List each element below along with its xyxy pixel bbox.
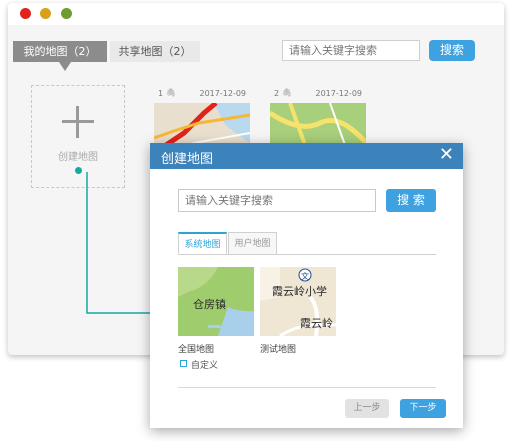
tab-user-maps[interactable]: 用户地图 [228,232,277,254]
tabs-divider [178,254,436,255]
footer-divider [178,387,436,388]
tab-system-maps[interactable]: 系统地图 [178,232,227,254]
close-icon[interactable]: ✕ [439,146,454,164]
dialog-search-input[interactable] [178,189,376,212]
template-label-national: 全国地图 [178,345,215,355]
template-map-text-1: 霞云岭小学 [272,284,327,298]
template-label-test: 测试地图 [260,345,297,355]
school-marker-icon: 文 [301,271,309,281]
custom-checkbox-label: 自定义 [191,361,219,371]
create-map-dialog: 创建地图 ✕ 搜 索 系统地图 用户地图 仓房镇 全国地图 文 霞云岭小学 霞云… [150,143,463,428]
template-thumb-national[interactable]: 仓房镇 [178,267,254,336]
checkbox-icon[interactable] [180,360,187,367]
template-map-text-2: 霞云岭 [300,316,333,330]
next-step-button[interactable]: 下一步 [400,399,446,418]
prev-step-button[interactable]: 上一步 [345,399,389,418]
template-thumb-test[interactable]: 文 霞云岭小学 霞云岭 [260,267,336,336]
dialog-header: 创建地图 ✕ [150,143,463,169]
custom-checkbox[interactable]: 自定义 [180,358,218,371]
dialog-search-button[interactable]: 搜 索 [386,189,436,212]
template-map-text: 仓房镇 [193,297,226,311]
dialog-title: 创建地图 [161,152,214,167]
